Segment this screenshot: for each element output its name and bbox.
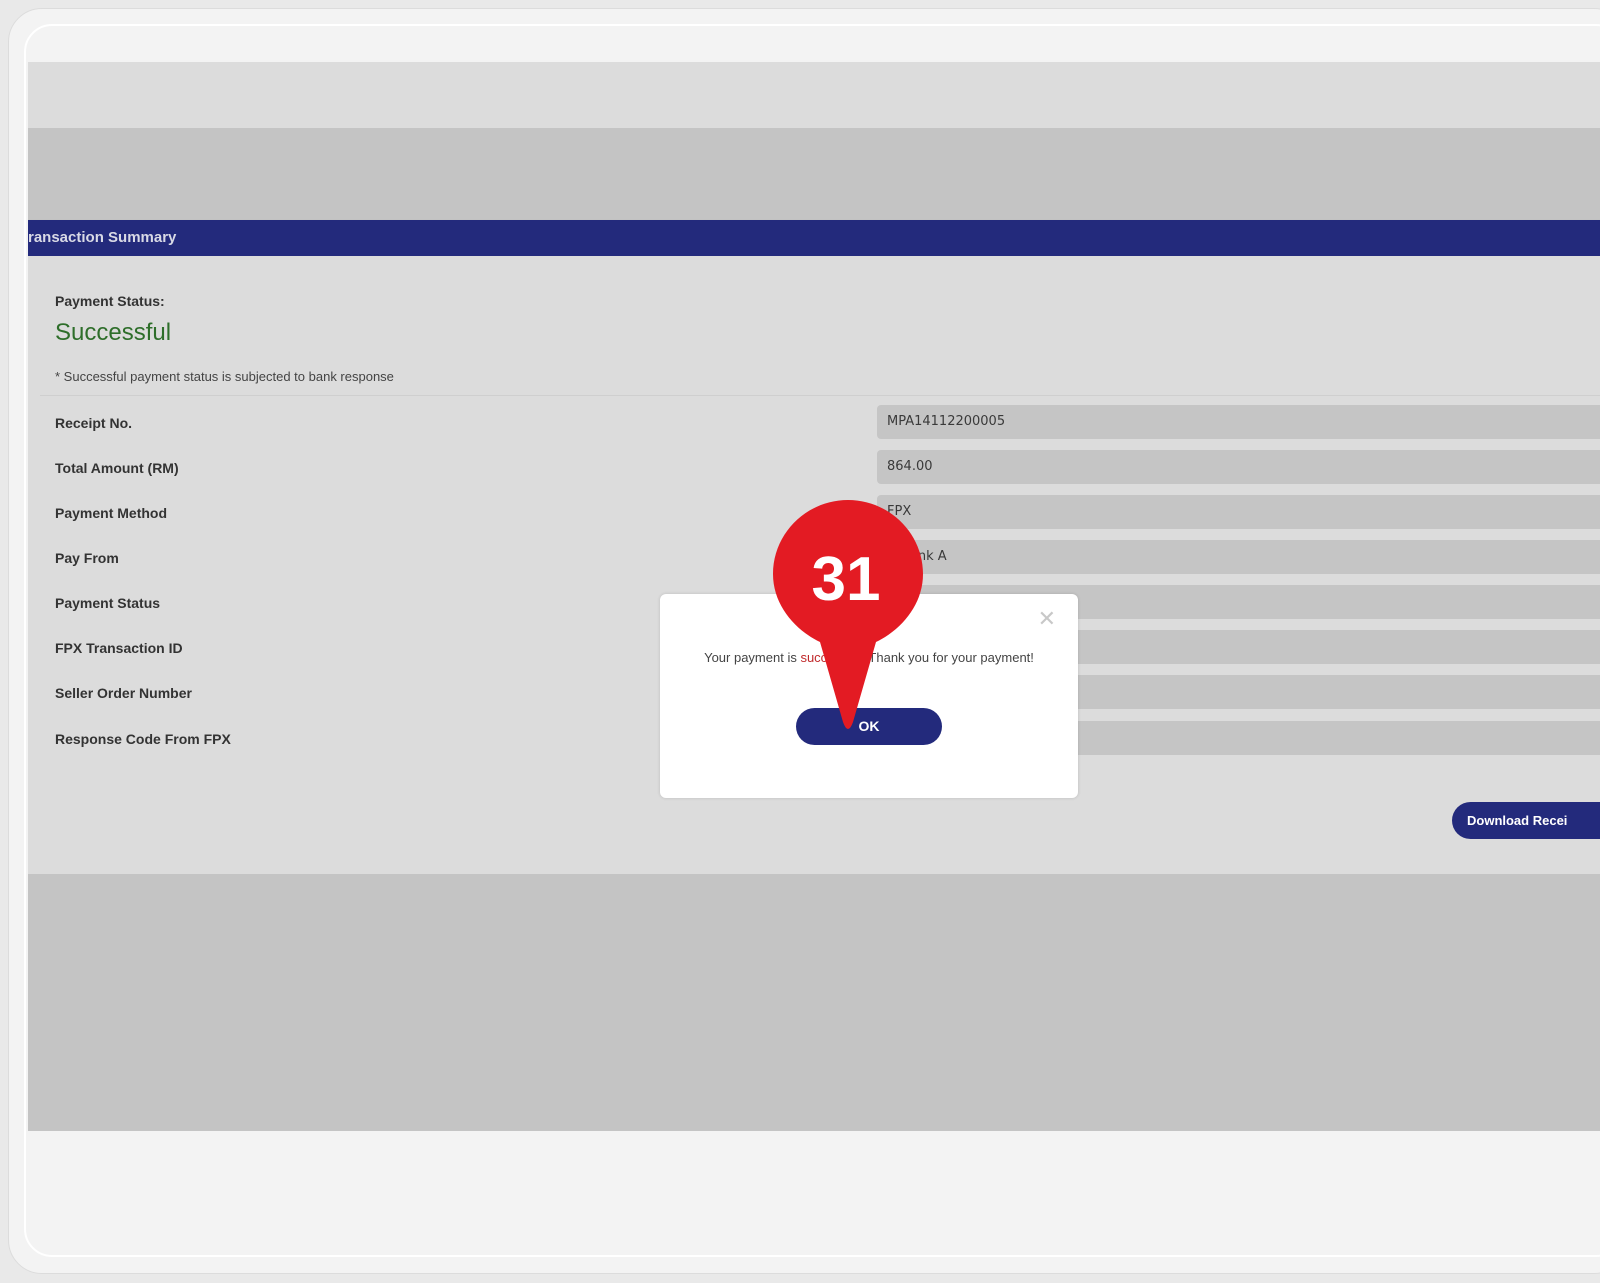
header-band bbox=[28, 128, 1600, 220]
row-label: Response Code From FPX bbox=[55, 731, 231, 747]
payment-status-label: Payment Status: bbox=[55, 293, 165, 309]
payment-status-value: Successful bbox=[55, 319, 172, 346]
panel-title: ransaction Summary bbox=[28, 220, 1600, 256]
row-value: Bank A bbox=[877, 540, 1600, 574]
row-value: FPX bbox=[877, 495, 1600, 529]
row-label: Pay From bbox=[55, 550, 119, 566]
row-label: Seller Order Number bbox=[55, 685, 192, 701]
download-receipt-button[interactable]: Download Recei bbox=[1452, 802, 1600, 839]
row-label: Total Amount (RM) bbox=[55, 460, 179, 476]
top-bar bbox=[28, 62, 1600, 128]
row-label: FPX Transaction ID bbox=[55, 640, 183, 656]
lower-band bbox=[28, 874, 1600, 1131]
step-marker-pin-icon: 31 bbox=[773, 500, 923, 729]
row-label: Receipt No. bbox=[55, 415, 133, 431]
row-receipt-no: Receipt No. MPA14112200005 bbox=[28, 405, 1600, 441]
row-value: MPA14112200005 bbox=[877, 405, 1600, 439]
row-total-amount: Total Amount (RM) 864.00 bbox=[28, 450, 1600, 486]
row-label: Payment Method bbox=[55, 505, 168, 521]
row-label: Payment Status bbox=[55, 595, 161, 611]
step-number: 31 bbox=[812, 545, 881, 614]
payment-status-note: * Successful payment status is subjected… bbox=[55, 369, 394, 384]
row-value: 864.00 bbox=[877, 450, 1600, 484]
close-icon[interactable]: ✕ bbox=[1038, 608, 1056, 630]
divider bbox=[40, 395, 1600, 396]
